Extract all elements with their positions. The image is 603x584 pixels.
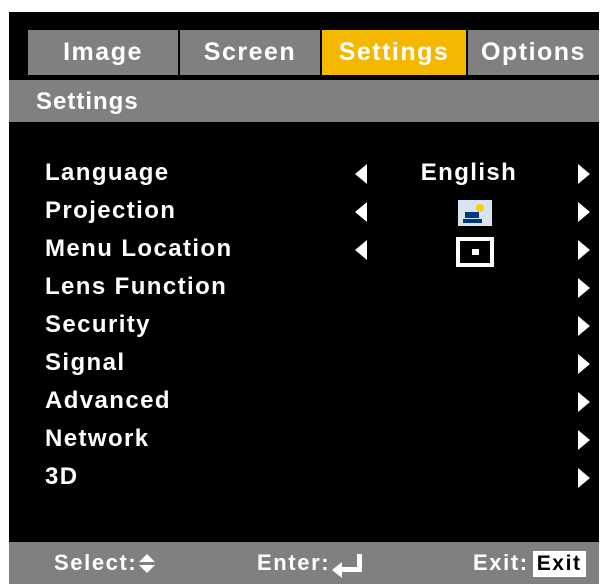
left-arrow-icon[interactable]: [355, 240, 367, 260]
right-arrow-icon[interactable]: [578, 278, 590, 298]
menu-item-3d[interactable]: 3D: [9, 456, 599, 494]
osd-menu: Image Screen Settings Options Settings L…: [9, 12, 599, 584]
tab-image[interactable]: Image: [28, 30, 178, 75]
right-arrow-icon[interactable]: [578, 202, 590, 222]
tab-settings[interactable]: Settings: [322, 30, 466, 75]
menu-center-location-icon: [456, 237, 494, 267]
right-arrow-icon[interactable]: [578, 392, 590, 412]
right-arrow-icon[interactable]: [578, 430, 590, 450]
right-arrow-icon[interactable]: [578, 316, 590, 336]
menu-item-label: Projection: [45, 197, 177, 224]
menu-item-menu-location[interactable]: Menu Location: [9, 228, 599, 267]
right-arrow-icon[interactable]: [578, 354, 590, 374]
section-title: Settings: [36, 88, 139, 115]
language-value: English: [420, 159, 518, 186]
enter-hint: Enter:: [257, 550, 363, 579]
settings-list: Language English Projection Menu Locatio…: [9, 122, 599, 524]
menu-item-label: Lens Function: [45, 273, 228, 300]
menu-item-label: Language: [45, 159, 170, 186]
left-arrow-icon[interactable]: [355, 164, 367, 184]
tab-screen[interactable]: Screen: [180, 30, 320, 75]
exit-hint-label: Exit:: [473, 550, 529, 575]
menu-item-label: Advanced: [45, 387, 171, 414]
tab-bar: Image Screen Settings Options: [9, 12, 599, 80]
exit-hint: Exit: Exit: [473, 550, 586, 577]
menu-item-label: Menu Location: [45, 235, 233, 262]
enter-hint-label: Enter:: [257, 550, 331, 575]
right-arrow-icon[interactable]: [578, 240, 590, 260]
section-header: Settings: [9, 80, 599, 122]
enter-key-icon: [332, 554, 363, 579]
menu-item-advanced[interactable]: Advanced: [9, 380, 599, 418]
left-arrow-icon[interactable]: [355, 202, 367, 222]
menu-item-signal[interactable]: Signal: [9, 342, 599, 380]
help-bar: Select: Enter: Exit: Exit: [9, 542, 599, 584]
menu-item-label: Network: [45, 425, 150, 452]
right-arrow-icon[interactable]: [578, 468, 590, 488]
select-hint-label: Select:: [54, 550, 138, 575]
menu-item-security[interactable]: Security: [9, 304, 599, 342]
front-desktop-projection-icon: [457, 199, 493, 227]
menu-item-label: 3D: [45, 463, 79, 490]
menu-item-network[interactable]: Network: [9, 418, 599, 456]
menu-item-language[interactable]: Language English: [9, 152, 599, 190]
menu-item-projection[interactable]: Projection: [9, 190, 599, 228]
right-arrow-icon[interactable]: [578, 164, 590, 184]
tab-options[interactable]: Options: [468, 30, 599, 75]
select-hint: Select:: [54, 550, 156, 576]
menu-item-lens-function[interactable]: Lens Function: [9, 266, 599, 304]
exit-key-badge: Exit: [532, 551, 586, 577]
menu-item-label: Security: [45, 311, 151, 338]
up-down-arrows-icon: [139, 554, 156, 574]
menu-item-label: Signal: [45, 349, 126, 376]
